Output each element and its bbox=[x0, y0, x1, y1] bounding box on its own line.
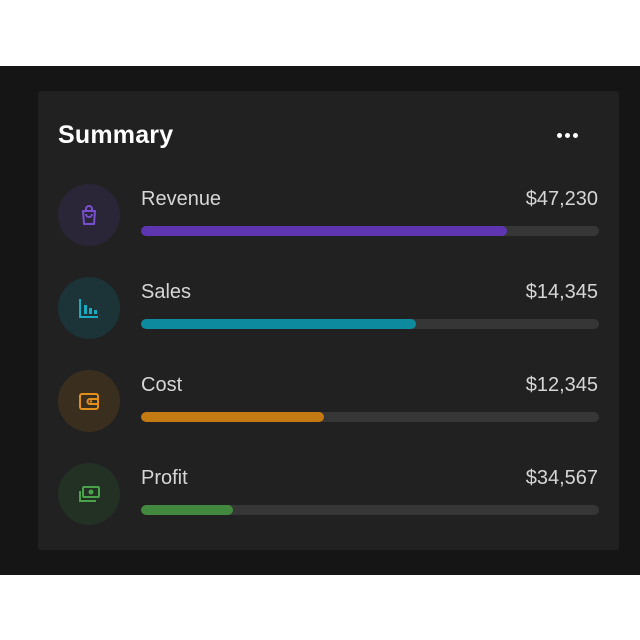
progress-track bbox=[141, 505, 599, 515]
progress-fill bbox=[141, 505, 233, 515]
shopping-bag-icon bbox=[82, 205, 96, 225]
item-value: $47,230 bbox=[525, 188, 598, 210]
progress-track bbox=[141, 226, 599, 236]
more-dot bbox=[564, 132, 570, 138]
progress-track bbox=[141, 319, 599, 329]
progress-fill bbox=[141, 226, 508, 236]
item-label: Cost bbox=[141, 374, 183, 396]
bar-chart-icon bbox=[79, 299, 98, 318]
progress-fill bbox=[141, 319, 416, 329]
summary-item-cost: Cost $12,345 bbox=[38, 370, 619, 434]
more-horizontal-icon bbox=[556, 132, 562, 138]
item-value: $12,345 bbox=[525, 374, 598, 396]
progress-fill bbox=[141, 412, 325, 422]
card-title: Summary bbox=[58, 121, 174, 149]
more-options-button[interactable] bbox=[550, 123, 584, 147]
summary-card: Summary Revenue $47,230 Sales $14,345 Co… bbox=[38, 91, 619, 550]
revenue-icon-badge bbox=[58, 184, 120, 246]
summary-item-sales: Sales $14,345 bbox=[38, 277, 619, 341]
money-icon bbox=[79, 486, 100, 502]
progress-track bbox=[141, 412, 599, 422]
wallet-icon bbox=[79, 393, 99, 410]
summary-item-revenue: Revenue $47,230 bbox=[38, 184, 619, 248]
item-label: Sales bbox=[141, 281, 192, 303]
summary-item-profit: Profit $34,567 bbox=[38, 463, 619, 527]
more-dot bbox=[572, 132, 578, 138]
item-label: Revenue bbox=[141, 188, 222, 210]
profit-icon-badge bbox=[58, 463, 120, 525]
cost-icon-badge bbox=[58, 370, 120, 432]
sales-icon-badge bbox=[58, 277, 120, 339]
item-label: Profit bbox=[141, 467, 188, 489]
item-value: $34,567 bbox=[525, 467, 598, 489]
item-value: $14,345 bbox=[525, 281, 598, 303]
